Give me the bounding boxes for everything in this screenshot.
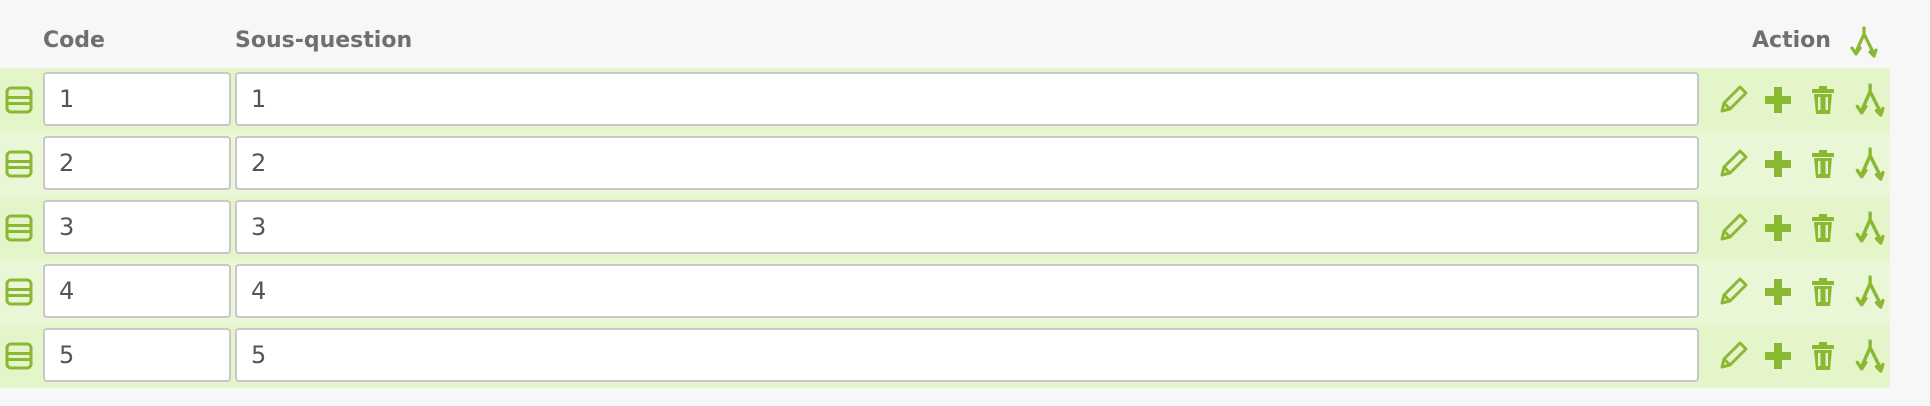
code-field[interactable] [43,200,231,254]
row-actions [1710,208,1890,248]
trash-icon[interactable] [1800,336,1845,376]
table-row [0,324,1890,388]
subquestion-field[interactable] [235,264,1699,318]
subquestion-editor: Code Sous-question Action [0,0,1930,406]
table-row [0,132,1890,196]
split-icon[interactable] [1845,80,1890,120]
plus-icon[interactable] [1755,144,1800,184]
split-icon[interactable] [1846,26,1878,58]
table-row [0,196,1890,260]
pencil-icon[interactable] [1710,144,1755,184]
table-row [0,260,1890,324]
subquestion-field[interactable] [235,328,1699,382]
code-field[interactable] [43,136,231,190]
trash-icon[interactable] [1800,272,1845,312]
pencil-icon[interactable] [1710,80,1755,120]
split-icon[interactable] [1845,208,1890,248]
row-actions [1710,144,1890,184]
drag-handle-icon[interactable] [4,213,34,243]
drag-handle-icon[interactable] [4,277,34,307]
plus-icon[interactable] [1755,208,1800,248]
plus-icon[interactable] [1755,336,1800,376]
pencil-icon[interactable] [1710,272,1755,312]
split-icon[interactable] [1845,336,1890,376]
row-actions [1710,336,1890,376]
plus-icon[interactable] [1755,272,1800,312]
drag-handle-icon[interactable] [4,341,34,371]
pencil-icon[interactable] [1710,208,1755,248]
subquestion-field[interactable] [235,200,1699,254]
trash-icon[interactable] [1800,208,1845,248]
split-icon[interactable] [1845,272,1890,312]
row-actions [1710,80,1890,120]
subquestion-list [0,68,1890,388]
table-row [0,68,1890,132]
column-header-subquestion: Sous-question [235,28,413,53]
column-header-action: Action [1752,28,1831,53]
drag-handle-icon[interactable] [4,149,34,179]
column-header-code: Code [43,28,105,53]
code-field[interactable] [43,328,231,382]
trash-icon[interactable] [1800,144,1845,184]
row-actions [1710,272,1890,312]
table-header: Code Sous-question Action [0,22,1890,62]
split-icon[interactable] [1845,144,1890,184]
plus-icon[interactable] [1755,80,1800,120]
trash-icon[interactable] [1800,80,1845,120]
subquestion-field[interactable] [235,136,1699,190]
pencil-icon[interactable] [1710,336,1755,376]
drag-handle-icon[interactable] [4,85,34,115]
subquestion-field[interactable] [235,72,1699,126]
code-field[interactable] [43,264,231,318]
code-field[interactable] [43,72,231,126]
